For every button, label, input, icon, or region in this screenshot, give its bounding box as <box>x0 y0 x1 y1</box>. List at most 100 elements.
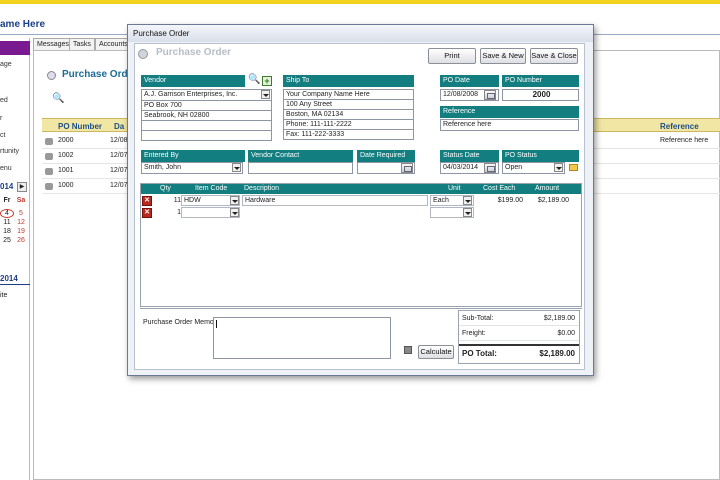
nav-item-active[interactable] <box>0 41 30 55</box>
calendar-day-today[interactable]: 4 <box>0 209 14 218</box>
row-po: 1002 <box>58 152 74 159</box>
chevron-down-icon[interactable] <box>554 163 563 172</box>
grid-row: ✕ 1 <box>141 207 581 219</box>
calculate-button[interactable]: Calculate <box>418 345 454 359</box>
po-total-row: PO Total: $2,189.00 <box>459 344 579 360</box>
col-reference[interactable]: Reference <box>660 122 699 131</box>
day-header-sa: Sa <box>16 197 26 204</box>
calendar-day[interactable]: 5 <box>14 210 28 217</box>
calendar-day[interactable]: 26 <box>14 237 28 244</box>
calculator-icon <box>404 346 412 354</box>
col-po-number[interactable]: PO Number <box>58 122 102 131</box>
add-vendor-icon[interactable]: + <box>262 76 272 86</box>
status-date-label: Status Date <box>440 150 499 162</box>
po-number-label: PO Number <box>502 75 579 87</box>
dialog-titlebar[interactable]: Purchase Order <box>128 25 593 42</box>
row-date: 12/07 <box>110 182 128 189</box>
save-new-button[interactable]: Save & New <box>480 48 526 64</box>
folder-icon[interactable] <box>569 164 578 171</box>
calendar-day[interactable]: 19 <box>14 228 28 235</box>
chevron-down-icon[interactable] <box>230 196 239 205</box>
row-date: 12/07 <box>110 167 128 174</box>
chevron-down-icon[interactable] <box>261 90 270 99</box>
calendar-day[interactable]: 11 <box>0 219 14 226</box>
reference-label: Reference <box>440 106 579 118</box>
vendor-address-line[interactable] <box>141 130 272 141</box>
description-field[interactable]: Hardware <box>242 195 428 206</box>
calendar-week: 18 19 <box>0 228 30 235</box>
date-required-label: Date Required <box>357 150 415 162</box>
search-icon[interactable]: 🔍 <box>52 93 64 104</box>
save-close-button[interactable]: Save & Close <box>530 48 578 64</box>
entered-by-label: Entered By <box>141 150 245 162</box>
calendar-icon[interactable] <box>484 163 496 173</box>
po-total-label: PO Total: <box>462 349 497 358</box>
entered-by-select[interactable]: Smith, John <box>141 162 243 174</box>
app-title: ame Here <box>0 19 46 30</box>
nav-item[interactable]: enu <box>0 162 30 176</box>
vendor-contact-field[interactable] <box>248 162 353 174</box>
nav-item[interactable]: rtunity <box>0 145 30 159</box>
row-date: 12/07 <box>110 152 128 159</box>
calendar-day[interactable]: 18 <box>0 228 14 235</box>
list-title: Purchase Order <box>62 69 138 80</box>
calendar-next-button[interactable]: ▶ <box>17 182 27 192</box>
left-nav: age ed r ct rtunity enu <box>0 38 30 480</box>
row-amount: $2,189.00 <box>537 197 569 204</box>
row-po: 1001 <box>58 167 74 174</box>
calendar-day[interactable]: 25 <box>0 237 14 244</box>
subtotal-label: Sub-Total: <box>462 315 494 322</box>
nav-footer-link[interactable]: ite <box>0 292 7 299</box>
reference-field[interactable]: Reference here <box>440 119 579 131</box>
row-cost[interactable]: $199.00 <box>498 197 523 204</box>
delete-row-icon[interactable]: ✕ <box>142 208 152 218</box>
grid-row: ✕ 11 HDW Hardware Each $199.00 $2,189.00 <box>141 195 581 207</box>
chevron-down-icon[interactable] <box>230 208 239 217</box>
chevron-down-icon[interactable] <box>463 196 472 205</box>
row-icon <box>45 153 53 160</box>
nav-item[interactable]: ed <box>0 94 30 108</box>
col-date[interactable]: Da <box>114 122 124 131</box>
print-button[interactable]: Print <box>428 48 476 64</box>
nav-item[interactable]: age <box>0 58 30 72</box>
chevron-down-icon[interactable] <box>232 163 241 172</box>
line-items-grid: Qty Item Code Description Unit Cost Each… <box>140 183 582 307</box>
ship-to-line[interactable]: Fax: 111-222-3333 <box>283 129 414 140</box>
calendar-day[interactable]: 12 <box>14 219 28 226</box>
divider <box>140 308 582 309</box>
calendar-icon[interactable] <box>484 90 496 100</box>
freight-label: Freight: <box>462 330 486 337</box>
memo-label: Purchase Order Memo: <box>143 319 216 326</box>
po-date-label: PO Date <box>440 75 499 87</box>
delete-row-icon[interactable]: ✕ <box>142 196 152 206</box>
tab-messages[interactable]: Messages <box>33 38 73 50</box>
tab-tasks[interactable]: Tasks <box>69 38 95 50</box>
row-icon <box>45 168 53 175</box>
po-status-label: PO Status <box>502 150 579 162</box>
col-cost-each: Cost Each <box>483 185 516 192</box>
freight-value[interactable]: $0.00 <box>557 330 575 337</box>
search-icon[interactable]: 🔍 <box>248 74 260 85</box>
chevron-down-icon[interactable] <box>463 208 472 217</box>
vendor-label: Vendor <box>141 75 245 87</box>
grid-header: Qty Item Code Description Unit Cost Each… <box>141 184 581 194</box>
col-unit: Unit <box>448 185 461 192</box>
po-number-field[interactable]: 2000 <box>502 89 579 101</box>
col-qty: Qty <box>160 185 171 192</box>
day-header-fr: Fr <box>3 197 11 204</box>
ship-to-label: Ship To <box>283 75 414 87</box>
calendar-icon[interactable] <box>401 163 413 173</box>
row-qty[interactable]: 11 <box>174 197 181 204</box>
calendar-day-headers: Fr Sa <box>0 197 30 204</box>
col-item-code: Item Code <box>195 185 228 192</box>
col-amount: Amount <box>535 185 560 192</box>
nav-item[interactable]: ct <box>0 129 30 143</box>
row-po: 1000 <box>58 182 74 189</box>
calendar-week: 25 26 <box>0 237 30 244</box>
freight-row: Freight: $0.00 <box>459 328 579 341</box>
subtotal-value: $2,189.00 <box>543 315 575 322</box>
purchase-order-icon <box>138 49 148 59</box>
nav-item[interactable]: r <box>0 112 30 126</box>
calendar-week: 45 <box>0 209 30 218</box>
memo-textarea[interactable] <box>213 317 391 359</box>
